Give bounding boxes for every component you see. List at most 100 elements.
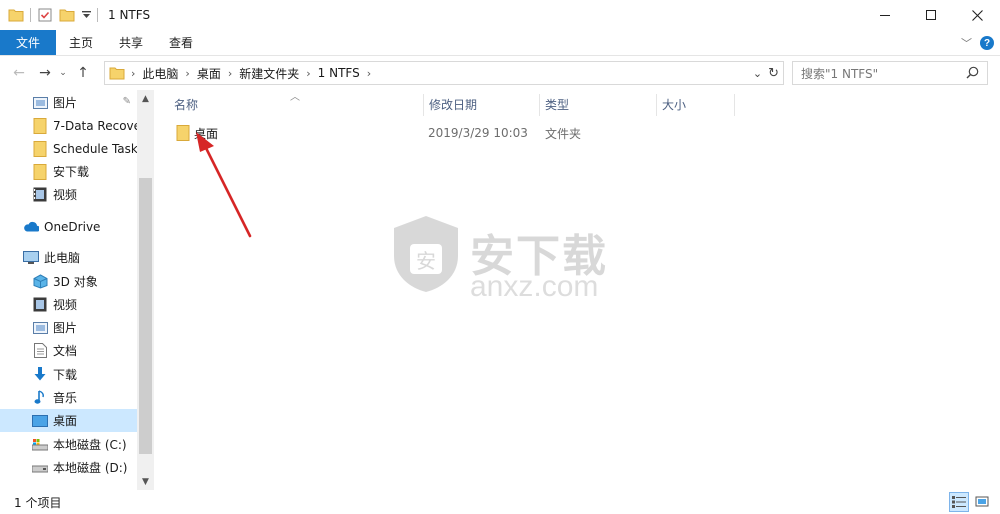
sidebar-item-drive-d[interactable]: 本地磁盘 (D:)	[0, 456, 137, 479]
forward-button[interactable]: →	[34, 62, 56, 84]
sidebar-item-pictures-pinned[interactable]: 图片 ✎	[0, 91, 137, 114]
sidebar-item-schedule-task[interactable]: Schedule Task	[0, 137, 137, 160]
navigation-pane-scrollbar[interactable]: ▲ ▼	[137, 90, 154, 490]
folder-icon	[176, 125, 190, 141]
address-bar-controls: ⌄ ↻	[753, 62, 779, 84]
svg-text:安: 安	[416, 249, 436, 273]
sidebar-item-label: 文档	[53, 344, 78, 358]
back-button[interactable]: ←	[8, 62, 30, 84]
shield-icon: 安	[394, 216, 458, 292]
ribbon-right-controls: ﹀ ?	[961, 30, 994, 56]
sidebar-item-label: 音乐	[53, 391, 78, 405]
sidebar-item-label: 3D 对象	[53, 275, 98, 289]
up-button[interactable]: ↑	[72, 62, 94, 84]
column-divider[interactable]	[734, 94, 735, 116]
recent-locations-button[interactable]: ⌄	[56, 62, 70, 84]
breadcrumb-separator-icon[interactable]: ›	[131, 67, 135, 80]
drive-c-icon	[32, 437, 48, 453]
column-header-size[interactable]: 大小	[644, 90, 734, 118]
breadcrumb-desktop[interactable]: 桌面	[197, 65, 221, 82]
window-title: 1 NTFS	[108, 8, 151, 22]
sidebar-item-videos-pinned[interactable]: 视频	[0, 183, 137, 206]
folder-icon	[32, 140, 48, 157]
refresh-icon[interactable]: ↻	[768, 66, 779, 81]
sidebar-item-videos[interactable]: 视频	[0, 293, 137, 316]
3d-objects-icon	[32, 274, 48, 290]
new-folder-icon[interactable]	[59, 7, 75, 23]
breadcrumb-separator-icon[interactable]: ›	[306, 67, 310, 80]
scrollbar-thumb[interactable]	[139, 178, 152, 454]
column-header-modified[interactable]: 修改日期	[411, 90, 527, 118]
tab-view[interactable]: 查看	[156, 30, 206, 55]
search-box[interactable]: 搜索"1 NTFS"	[792, 61, 988, 85]
watermark-en-text: anxz.com	[470, 270, 599, 303]
sidebar-item-label: 7-Data Recove	[53, 118, 137, 133]
tab-home[interactable]: 主页	[56, 30, 106, 55]
address-history-dropdown-icon[interactable]: ⌄	[753, 67, 762, 80]
breadcrumb-1-ntfs[interactable]: 1 NTFS	[318, 66, 360, 80]
music-icon	[32, 390, 48, 406]
window-controls	[862, 0, 1000, 30]
search-icon[interactable]	[966, 66, 979, 82]
breadcrumb-new-folder[interactable]: 新建文件夹	[239, 65, 299, 82]
documents-icon	[32, 343, 48, 359]
folder-icon	[109, 66, 125, 80]
breadcrumb-separator-icon[interactable]: ›	[228, 67, 232, 80]
folder-icon	[32, 117, 48, 134]
breadcrumb-this-pc[interactable]: 此电脑	[142, 65, 178, 82]
help-icon[interactable]: ?	[980, 36, 994, 50]
file-type-cell: 文件夹	[545, 126, 582, 141]
breadcrumb-separator-icon[interactable]: ›	[185, 67, 189, 80]
sidebar-item-this-pc[interactable]: 此电脑	[0, 246, 137, 269]
pictures-icon	[32, 320, 48, 336]
tab-share[interactable]: 共享	[106, 30, 156, 55]
navigation-pane: 图片 ✎ 7-Data Recove Schedule Task 安下载 视频 …	[0, 90, 154, 490]
close-button[interactable]	[954, 0, 1000, 30]
sidebar-item-pictures[interactable]: 图片	[0, 316, 137, 339]
properties-icon[interactable]	[37, 7, 53, 23]
maximize-button[interactable]	[908, 0, 954, 30]
column-header-type[interactable]: 类型	[527, 90, 643, 118]
navigation-tree: 图片 ✎ 7-Data Recove Schedule Task 安下载 视频 …	[0, 90, 137, 490]
sidebar-item-3d-objects[interactable]: 3D 对象	[0, 270, 137, 293]
quick-access-toolbar: 1 NTFS	[0, 0, 150, 30]
sidebar-item-anxiazai[interactable]: 安下载	[0, 160, 137, 183]
onedrive-icon	[23, 219, 39, 235]
large-icons-view-button[interactable]	[972, 492, 992, 512]
address-bar[interactable]: › 此电脑 › 桌面 › 新建文件夹 › 1 NTFS › ⌄ ↻	[104, 61, 784, 85]
sidebar-item-label: 桌面	[53, 414, 78, 428]
details-view-button[interactable]	[949, 492, 969, 512]
tab-file[interactable]: 文件	[0, 30, 56, 55]
large-icons-view-icon	[975, 496, 989, 507]
view-toggle	[949, 492, 992, 512]
maximize-icon	[926, 10, 936, 20]
item-count: 1 个项目	[14, 495, 62, 510]
expand-ribbon-chevron-icon[interactable]: ﹀	[961, 35, 972, 51]
sidebar-item-music[interactable]: 音乐	[0, 386, 137, 409]
toolbar-divider	[30, 8, 31, 22]
column-header-name[interactable]: 名称	[156, 90, 408, 118]
customize-toolbar-dropdown-icon[interactable]	[81, 7, 91, 23]
breadcrumb-separator-icon[interactable]: ›	[367, 67, 371, 80]
sidebar-item-onedrive[interactable]: OneDrive	[0, 215, 137, 238]
drive-d-icon	[32, 460, 48, 476]
search-input[interactable]: 搜索"1 NTFS"	[801, 65, 878, 82]
sidebar-item-7-data-recovery[interactable]: 7-Data Recove	[0, 114, 137, 137]
minimize-button[interactable]	[862, 0, 908, 30]
scroll-down-icon[interactable]: ▼	[137, 473, 154, 490]
pin-icon[interactable]: ✎	[123, 96, 131, 107]
watermark-logo: 安 安下载 anxz.com	[390, 214, 620, 304]
sidebar-item-drive-c[interactable]: 本地磁盘 (C:)	[0, 433, 137, 456]
close-icon	[971, 9, 983, 21]
sidebar-item-desktop[interactable]: 桌面	[0, 409, 137, 432]
file-modified-cell: 2019/3/29 10:03	[428, 126, 528, 140]
sidebar-item-downloads[interactable]: 下载	[0, 363, 137, 386]
scroll-up-icon[interactable]: ▲	[137, 90, 154, 107]
sidebar-item-label: OneDrive	[44, 219, 101, 234]
sidebar-item-documents[interactable]: 文档	[0, 339, 137, 362]
videos-icon	[32, 297, 48, 313]
desktop-icon	[32, 413, 48, 429]
sidebar-item-label: 视频	[53, 298, 78, 312]
forward-arrow-icon: →	[39, 65, 51, 81]
sidebar-item-label: 图片	[53, 96, 78, 110]
